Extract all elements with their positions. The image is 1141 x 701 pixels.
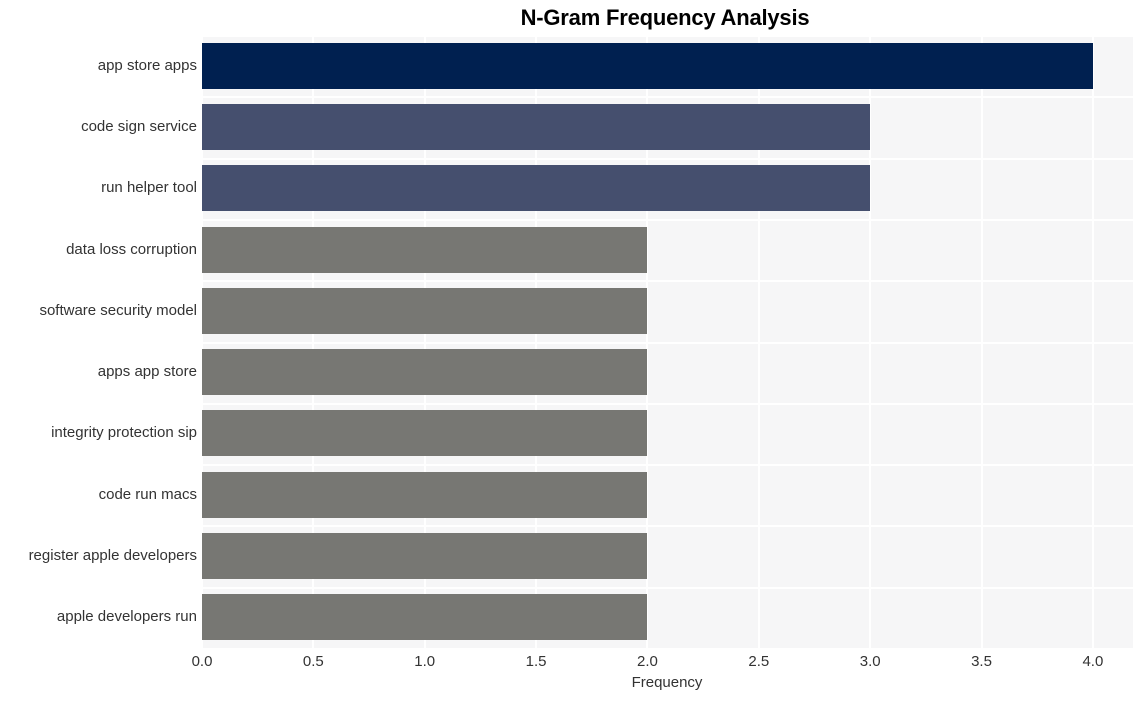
- y-axis-tick-label: apps app store: [97, 363, 197, 381]
- y-axis-tick-label: code sign service: [81, 117, 197, 135]
- y-gridline: [202, 35, 1133, 37]
- y-gridline: [202, 158, 1133, 160]
- y-axis-tick-label: data loss corruption: [66, 240, 197, 258]
- y-axis-tick-label: code run macs: [98, 485, 197, 503]
- y-axis-tick-label: software security model: [39, 301, 197, 319]
- bar: [202, 349, 648, 395]
- y-axis-tick-label: run helper tool: [101, 179, 197, 197]
- y-axis-tick-label: register apple developers: [28, 547, 197, 565]
- chart-title: N-Gram Frequency Analysis: [520, 5, 810, 30]
- x-axis-tick-label: 1.0: [414, 653, 436, 670]
- bar: [202, 104, 871, 150]
- y-gridline: [202, 219, 1133, 221]
- x-axis-label: Frequency: [631, 674, 703, 691]
- x-axis-tick-label: 3.0: [859, 653, 881, 670]
- y-gridline: [202, 587, 1133, 589]
- bar: [202, 227, 648, 273]
- x-axis-tick-label: 3.5: [971, 653, 992, 670]
- y-axis-tick-label: app store apps: [97, 56, 197, 74]
- plot-area: [201, 35, 1133, 648]
- x-axis-tick-label: 0.5: [302, 653, 324, 670]
- x-axis-tick-label: 2.0: [637, 653, 658, 670]
- bar: [202, 165, 871, 211]
- bar: [202, 594, 648, 640]
- bar: [202, 43, 1093, 89]
- y-gridline: [202, 464, 1133, 466]
- x-axis-tick-label: 1.5: [525, 653, 547, 670]
- x-axis-tick-label: 4.0: [1082, 653, 1104, 670]
- bar: [202, 410, 648, 456]
- bar: [202, 288, 648, 334]
- x-axis-tick-label: 0.0: [191, 653, 213, 670]
- y-axis-tick-label: integrity protection sip: [51, 424, 197, 442]
- y-gridline: [202, 96, 1133, 98]
- y-gridline: [202, 525, 1133, 527]
- y-gridline: [202, 280, 1133, 282]
- y-gridline: [202, 342, 1133, 344]
- x-axis-tick-label: 2.5: [748, 653, 770, 670]
- ngram-frequency-bar-chart: N-Gram Frequency Analysis app store apps…: [0, 0, 1141, 701]
- bar: [202, 472, 648, 518]
- bar: [202, 533, 648, 579]
- y-axis-tick-label: apple developers run: [56, 608, 197, 626]
- y-gridline: [202, 403, 1133, 405]
